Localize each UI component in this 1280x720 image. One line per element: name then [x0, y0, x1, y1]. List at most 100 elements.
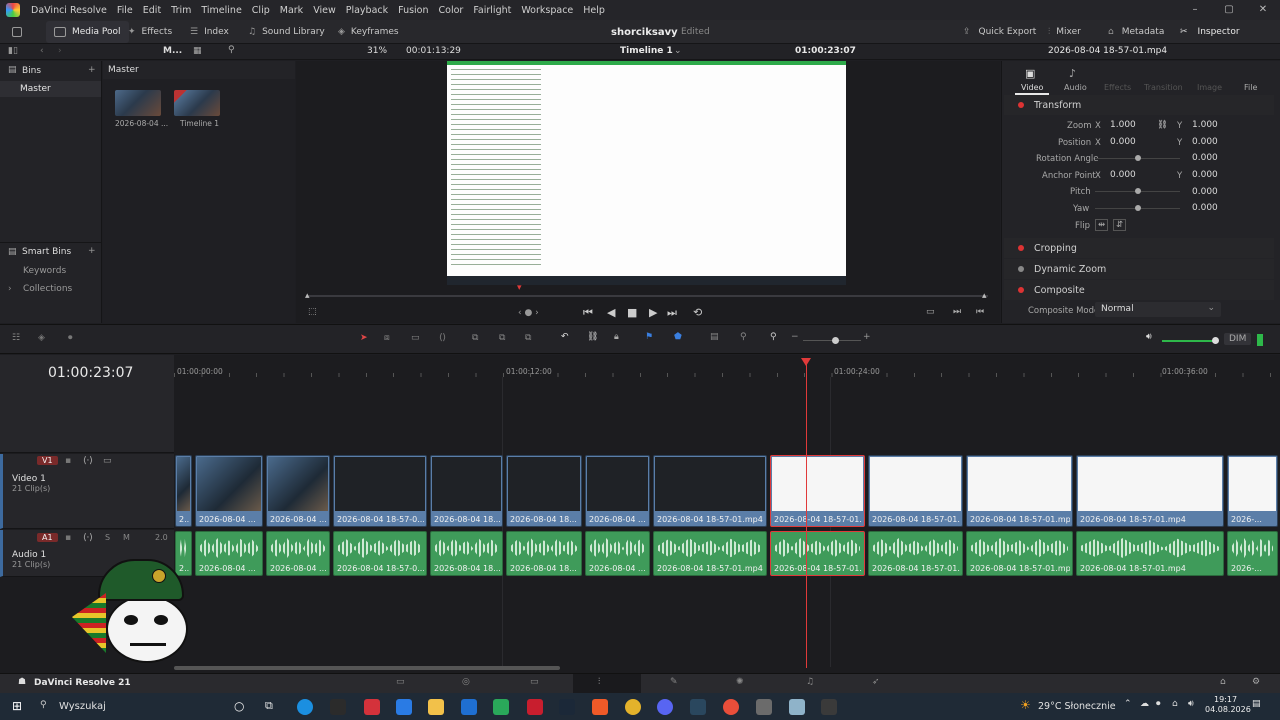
layout-icon[interactable]: ☷ — [12, 333, 20, 343]
weather-text[interactable]: 29°C Słonecznie — [1038, 701, 1116, 712]
audio-clip[interactable]: 2026-08-04 18-57-01... — [868, 531, 963, 576]
anchor-x-field[interactable]: 0.000 — [1110, 170, 1136, 180]
steam-icon[interactable] — [690, 699, 706, 715]
steam-icon[interactable] — [559, 699, 575, 715]
video-clip[interactable]: 2026-08-04 18-57-01... — [770, 455, 865, 527]
vivaldi-icon[interactable] — [364, 699, 380, 715]
pitch-field[interactable]: 0.000 — [1192, 187, 1218, 197]
forward-icon[interactable]: › — [58, 46, 62, 56]
inspector-button[interactable]: ✂ Inspector — [1180, 20, 1240, 44]
video-clip[interactable]: 2026-08-04 ... — [266, 455, 330, 527]
position-y-field[interactable]: 0.000 — [1192, 137, 1218, 147]
audio-tab-icon[interactable]: ♪ — [1069, 67, 1076, 80]
menu-playback[interactable]: Playback — [341, 5, 393, 16]
video-clip[interactable]: 2026-08-04 18-57-0... — [333, 455, 427, 527]
composite-mode-select[interactable]: Normal ⌄ — [1095, 302, 1221, 317]
speaker-icon[interactable]: 🔊︎ — [1188, 699, 1194, 709]
trim-tool-icon[interactable]: ⧈ — [384, 333, 390, 343]
composite-enable-icon[interactable] — [1018, 287, 1024, 293]
cropping-enable-icon[interactable] — [1018, 245, 1024, 251]
edge-icon[interactable] — [297, 699, 313, 715]
audio-clip[interactable]: 2026-08-04 ... — [585, 531, 650, 576]
menu-fairlight[interactable]: Fairlight — [468, 5, 516, 16]
tab-audio[interactable]: Audio — [1064, 83, 1087, 92]
collections-item[interactable]: Collections — [23, 284, 72, 294]
clock-date[interactable]: 04.08.2026 — [1205, 705, 1251, 714]
pitch-slider-knob[interactable] — [1135, 188, 1141, 194]
search-icon[interactable]: ⚲ — [40, 700, 47, 710]
video-tab-icon[interactable]: ▣ — [1025, 67, 1035, 80]
cropping-section[interactable]: Cropping — [1004, 238, 1274, 258]
marker-icon[interactable]: ⬟ — [674, 332, 682, 342]
timeline-scrollbar[interactable] — [174, 666, 560, 670]
resolve-icon[interactable] — [821, 699, 837, 715]
brave-icon[interactable] — [592, 699, 608, 715]
audio-clip[interactable]: 2026-08-04 18-57-01... — [770, 531, 865, 576]
timeline-selector[interactable]: Timeline 1 — [620, 46, 673, 56]
anchor-y-field[interactable]: 0.000 — [1192, 170, 1218, 180]
fairlight-page-icon[interactable]: ♫ — [806, 677, 814, 687]
audio-clip[interactable]: 2026-08-04 18-57-0... — [333, 531, 427, 576]
audio-clip[interactable]: 2026-08-04 18-57-01.mp4 — [966, 531, 1073, 576]
rotation-slider-knob[interactable] — [1135, 155, 1141, 161]
auto-select-icon[interactable]: ⟨·⟩ — [83, 456, 93, 466]
bin-master[interactable]: Master — [0, 81, 101, 97]
loop-icon[interactable]: ⟲ — [693, 306, 702, 319]
mixer-button[interactable]: ⫶ Mixer — [1048, 20, 1081, 44]
linked-selection-icon[interactable]: ⛓ — [587, 332, 598, 342]
discord-icon[interactable] — [657, 699, 673, 715]
zoom-detail-icon[interactable]: ⚲ — [740, 332, 747, 342]
dynamic-zoom-enable-icon[interactable] — [1018, 266, 1024, 272]
mute-button[interactable]: M — [123, 533, 130, 542]
media-page-icon[interactable]: ▭ — [396, 677, 405, 687]
video-clip[interactable]: 2026-08-04 18-57-01... — [868, 455, 963, 527]
insert-clip-icon[interactable]: ⧉ — [472, 333, 478, 343]
tab-file[interactable]: File — [1244, 83, 1257, 92]
settings-gear-icon[interactable]: ⚙ — [1252, 677, 1260, 687]
audio-clip[interactable]: 2026-08-04 18... — [506, 531, 582, 576]
video-clip[interactable]: 2026-08-04 18... — [430, 455, 503, 527]
menu-timeline[interactable]: Timeline — [196, 5, 246, 16]
go-to-end-icon[interactable]: ⏭ — [667, 306, 677, 320]
next-edit-icon[interactable]: ⏭ — [953, 307, 961, 317]
blade-tool-icon[interactable]: ▭ — [411, 333, 420, 343]
transform-enable-icon[interactable] — [1018, 102, 1024, 108]
effects-button[interactable]: ✦ Effects — [128, 20, 172, 44]
store-icon[interactable] — [396, 699, 412, 715]
menu-mark[interactable]: Mark — [275, 5, 308, 16]
volume-slider[interactable] — [1162, 340, 1214, 342]
video-clip[interactable]: 2026-08-04 18-57-01.mp4 — [966, 455, 1073, 527]
explorer-icon[interactable] — [428, 699, 444, 715]
panel-toggle-button[interactable] — [12, 20, 28, 44]
disable-video-icon[interactable]: ▭ — [103, 456, 112, 466]
quick-export-button[interactable]: ⇪ Quick Export — [963, 20, 1036, 44]
cut-page-icon[interactable]: ◎ — [462, 677, 470, 687]
v1-tag[interactable]: V1 — [37, 456, 58, 465]
overwrite-clip-icon[interactable]: ⧉ — [499, 333, 505, 343]
timeline-ruler[interactable]: 01:00:00:00 01:00:12:00 01:00:24:00 01:0… — [174, 355, 1280, 377]
viewer-zoom[interactable]: 31% — [367, 46, 387, 56]
close-icon[interactable]: ✕ — [1246, 0, 1280, 20]
lock-track-icon[interactable]: ▪ — [65, 533, 71, 543]
microphone-icon[interactable]: ⏺ — [68, 333, 73, 343]
zoom-full-icon[interactable]: ▤ — [710, 332, 719, 342]
menu-view[interactable]: View — [308, 5, 341, 16]
keywords-item[interactable]: Keywords — [23, 266, 66, 276]
flag-icon[interactable]: ⚑ — [645, 332, 653, 342]
menu-fusion[interactable]: Fusion — [393, 5, 433, 16]
dynamic-trim-icon[interactable]: ⟨⟩ — [439, 333, 446, 343]
playhead[interactable] — [806, 362, 807, 668]
microphone-icon[interactable]: ⏺ — [1156, 699, 1161, 709]
zoom-slider-knob[interactable] — [832, 337, 839, 344]
media-clip-thumbnail[interactable] — [115, 90, 161, 116]
menu-help[interactable]: Help — [578, 5, 610, 16]
select-tool-icon[interactable]: ➤ — [360, 333, 368, 343]
go-to-start-icon[interactable]: ⏮ — [583, 306, 593, 320]
playhead-handle[interactable] — [801, 358, 811, 366]
scrubber-out-handle[interactable]: ▴ — [982, 291, 987, 301]
mail-icon[interactable] — [461, 699, 477, 715]
menu-app[interactable]: DaVinci Resolve — [26, 5, 112, 16]
chrome-icon[interactable] — [723, 699, 739, 715]
app-green-icon[interactable] — [493, 699, 509, 715]
audio-clip[interactable]: 2026-08-04 18-57-01.mp4 — [653, 531, 767, 576]
